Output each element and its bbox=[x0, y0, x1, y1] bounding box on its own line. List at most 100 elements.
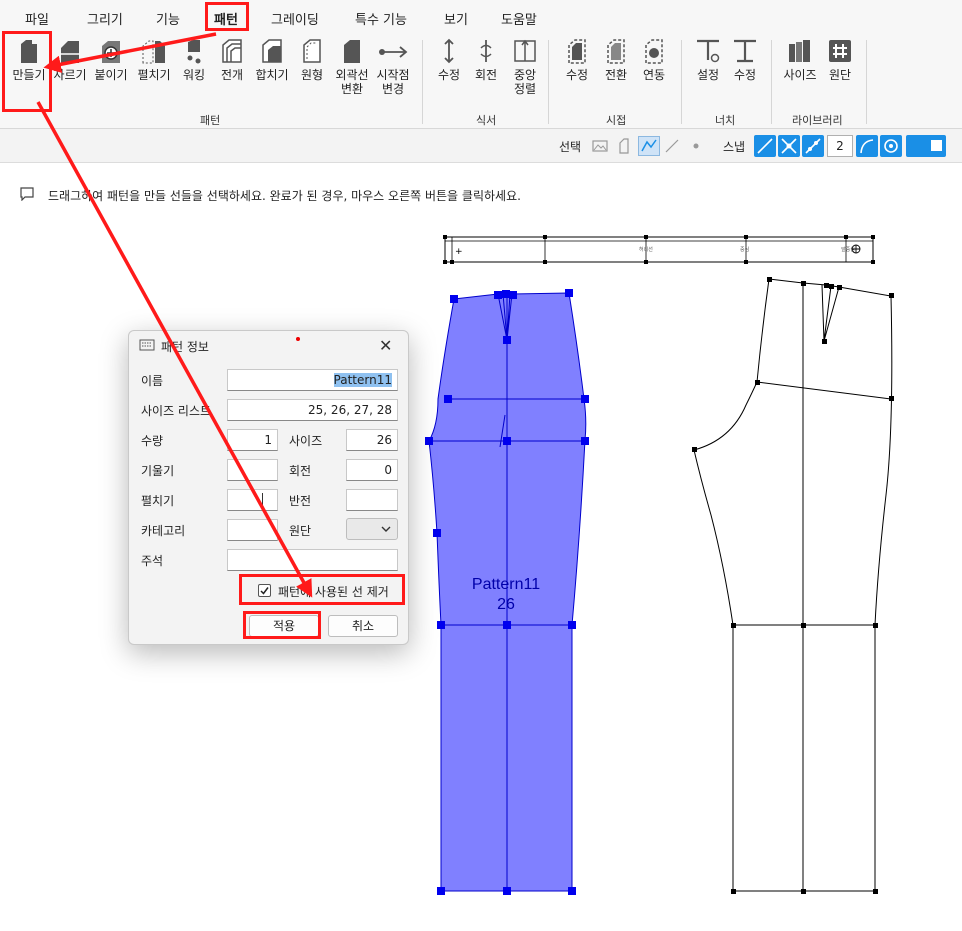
grain-rotate-icon bbox=[480, 40, 492, 62]
snap-toggle[interactable] bbox=[906, 135, 946, 157]
menu-special[interactable]: 특수 기능 bbox=[355, 9, 407, 28]
quantity-label: 수량 bbox=[141, 434, 164, 448]
tool-cut[interactable]: 자르기 bbox=[50, 38, 90, 82]
merge-icon bbox=[262, 39, 282, 63]
tool-notch-edit[interactable]: 수정 bbox=[725, 38, 765, 82]
cancel-button[interactable]: 취소 bbox=[328, 615, 398, 637]
tool-seam-switch[interactable]: 전환 bbox=[596, 38, 636, 82]
ribbon-toolbar: 만들기 자르기 붙이기 펼치기 워킹 전개 합치기 원형 외곽선 변환 시작점 … bbox=[0, 34, 962, 129]
waistband-strip[interactable]: + 허리선 중심 앞중심 bbox=[443, 235, 875, 264]
cut-pattern-icon bbox=[60, 41, 80, 63]
group-label-seam: 시접 bbox=[606, 114, 627, 127]
tool-attach[interactable]: 붙이기 bbox=[91, 38, 131, 82]
back-pants-outline[interactable] bbox=[692, 277, 894, 894]
flip-label: 반전 bbox=[289, 494, 312, 508]
tool-grain-rotate-label: 회전 bbox=[474, 68, 498, 82]
tool-fabric-label: 원단 bbox=[828, 68, 852, 82]
menu-function[interactable]: 기능 bbox=[156, 9, 180, 28]
selected-pattern[interactable]: Pattern11 26 bbox=[425, 289, 589, 895]
tool-develop[interactable]: 전개 bbox=[212, 38, 252, 82]
pattern-select-icon[interactable] bbox=[616, 138, 632, 154]
tool-outline-convert[interactable]: 외곽선 변환 bbox=[332, 38, 372, 96]
tool-cut-label: 자르기 bbox=[53, 68, 87, 82]
notch-settings-icon bbox=[697, 39, 720, 63]
tool-center-align[interactable]: 중앙 정렬 bbox=[505, 38, 545, 96]
walking-icon bbox=[187, 40, 201, 64]
group-separator bbox=[422, 40, 423, 124]
tool-unfold[interactable]: 펼치기 bbox=[134, 38, 174, 82]
name-field[interactable]: Pattern11 bbox=[227, 369, 398, 391]
quantity-field[interactable]: 1 bbox=[227, 429, 278, 451]
unfold-field[interactable] bbox=[227, 489, 278, 511]
size-field[interactable]: 26 bbox=[346, 429, 398, 451]
tool-original[interactable]: 원형 bbox=[292, 38, 332, 82]
group-separator bbox=[548, 40, 549, 124]
menu-bar: 파일 그리기 기능 패턴 그레이딩 특수 기능 보기 도움말 bbox=[0, 0, 962, 34]
annotation-box-create-tool bbox=[2, 31, 52, 112]
snap-center-icon bbox=[884, 139, 898, 153]
tool-start-point[interactable]: 시작점 변경 bbox=[373, 38, 413, 96]
tool-size-library[interactable]: 사이즈 bbox=[780, 38, 820, 82]
tool-fabric[interactable]: 원단 bbox=[820, 38, 860, 82]
close-icon: ✕ bbox=[379, 336, 393, 355]
tilt-field[interactable] bbox=[227, 459, 278, 481]
point-select-icon[interactable] bbox=[688, 138, 704, 154]
tool-merge[interactable]: 합치기 bbox=[252, 38, 292, 82]
chevron-down-icon bbox=[381, 526, 391, 532]
menu-help[interactable]: 도움말 bbox=[501, 9, 537, 28]
strip-label-center: 중심 bbox=[740, 246, 749, 253]
snap-line-button[interactable] bbox=[754, 135, 776, 157]
tool-walking[interactable]: 워킹 bbox=[174, 38, 214, 82]
menu-draw[interactable]: 그리기 bbox=[87, 9, 123, 28]
tool-seam-link[interactable]: 연동 bbox=[634, 38, 674, 82]
category-field[interactable] bbox=[227, 519, 278, 541]
tool-original-label: 원형 bbox=[300, 68, 324, 82]
snap-division-button[interactable] bbox=[802, 135, 824, 157]
fabric-select[interactable] bbox=[346, 518, 398, 540]
dialog-title: 패턴 정보 bbox=[161, 340, 209, 354]
group-label-pattern: 패턴 bbox=[200, 114, 221, 127]
curve-select-icon bbox=[641, 139, 657, 152]
size-label: 사이즈 bbox=[289, 434, 323, 448]
tool-unfold-label: 펼치기 bbox=[137, 68, 171, 82]
tool-grain-edit[interactable]: 수정 bbox=[429, 38, 469, 82]
snap-division-input[interactable]: 2 bbox=[827, 135, 853, 157]
outline-convert-icon bbox=[344, 40, 360, 63]
start-point-icon bbox=[379, 46, 408, 58]
snap-intersection-button[interactable] bbox=[778, 135, 800, 157]
tool-grain-rotate[interactable]: 회전 bbox=[466, 38, 506, 82]
flip-field[interactable] bbox=[346, 489, 398, 511]
tool-merge-label: 합치기 bbox=[255, 68, 289, 82]
dialog-close-button[interactable]: ✕ bbox=[379, 336, 392, 355]
seam-edit-icon bbox=[568, 39, 586, 64]
seam-switch-icon bbox=[607, 39, 625, 64]
line-select-toggle[interactable] bbox=[638, 136, 660, 156]
group-label-grain: 식서 bbox=[476, 114, 497, 127]
menu-view[interactable]: 보기 bbox=[444, 9, 468, 28]
unfold-pattern-icon bbox=[142, 40, 165, 64]
fabric-label: 원단 bbox=[289, 524, 312, 538]
size-library-icon bbox=[789, 40, 810, 62]
pattern-size-label: 26 bbox=[497, 596, 515, 613]
menu-grading[interactable]: 그레이딩 bbox=[271, 9, 319, 28]
menu-file[interactable]: 파일 bbox=[25, 9, 49, 28]
rotate-field[interactable]: 0 bbox=[346, 459, 398, 481]
note-field[interactable] bbox=[227, 549, 398, 571]
image-select-icon[interactable] bbox=[592, 138, 608, 154]
snap-curve-icon bbox=[860, 139, 874, 154]
line-select-icon[interactable] bbox=[664, 138, 680, 154]
snap-curve-button[interactable] bbox=[856, 135, 878, 157]
snap-center-button[interactable] bbox=[880, 135, 902, 157]
sizelist-label: 사이즈 리스트 bbox=[141, 404, 212, 418]
group-separator bbox=[771, 40, 772, 124]
name-field-value: Pattern11 bbox=[333, 373, 392, 387]
annotation-box-apply bbox=[243, 611, 321, 639]
tool-notch-settings[interactable]: 설정 bbox=[688, 38, 728, 82]
sizelist-field[interactable]: 25, 26, 27, 28 bbox=[227, 399, 398, 421]
snap-line-icon bbox=[757, 138, 773, 154]
category-label: 카테고리 bbox=[141, 524, 186, 538]
tool-seam-edit[interactable]: 수정 bbox=[557, 38, 597, 82]
strip-label-waist: 허리선 bbox=[639, 246, 653, 253]
tool-seam-link-label: 연동 bbox=[642, 68, 666, 82]
develop-icon bbox=[222, 39, 242, 63]
